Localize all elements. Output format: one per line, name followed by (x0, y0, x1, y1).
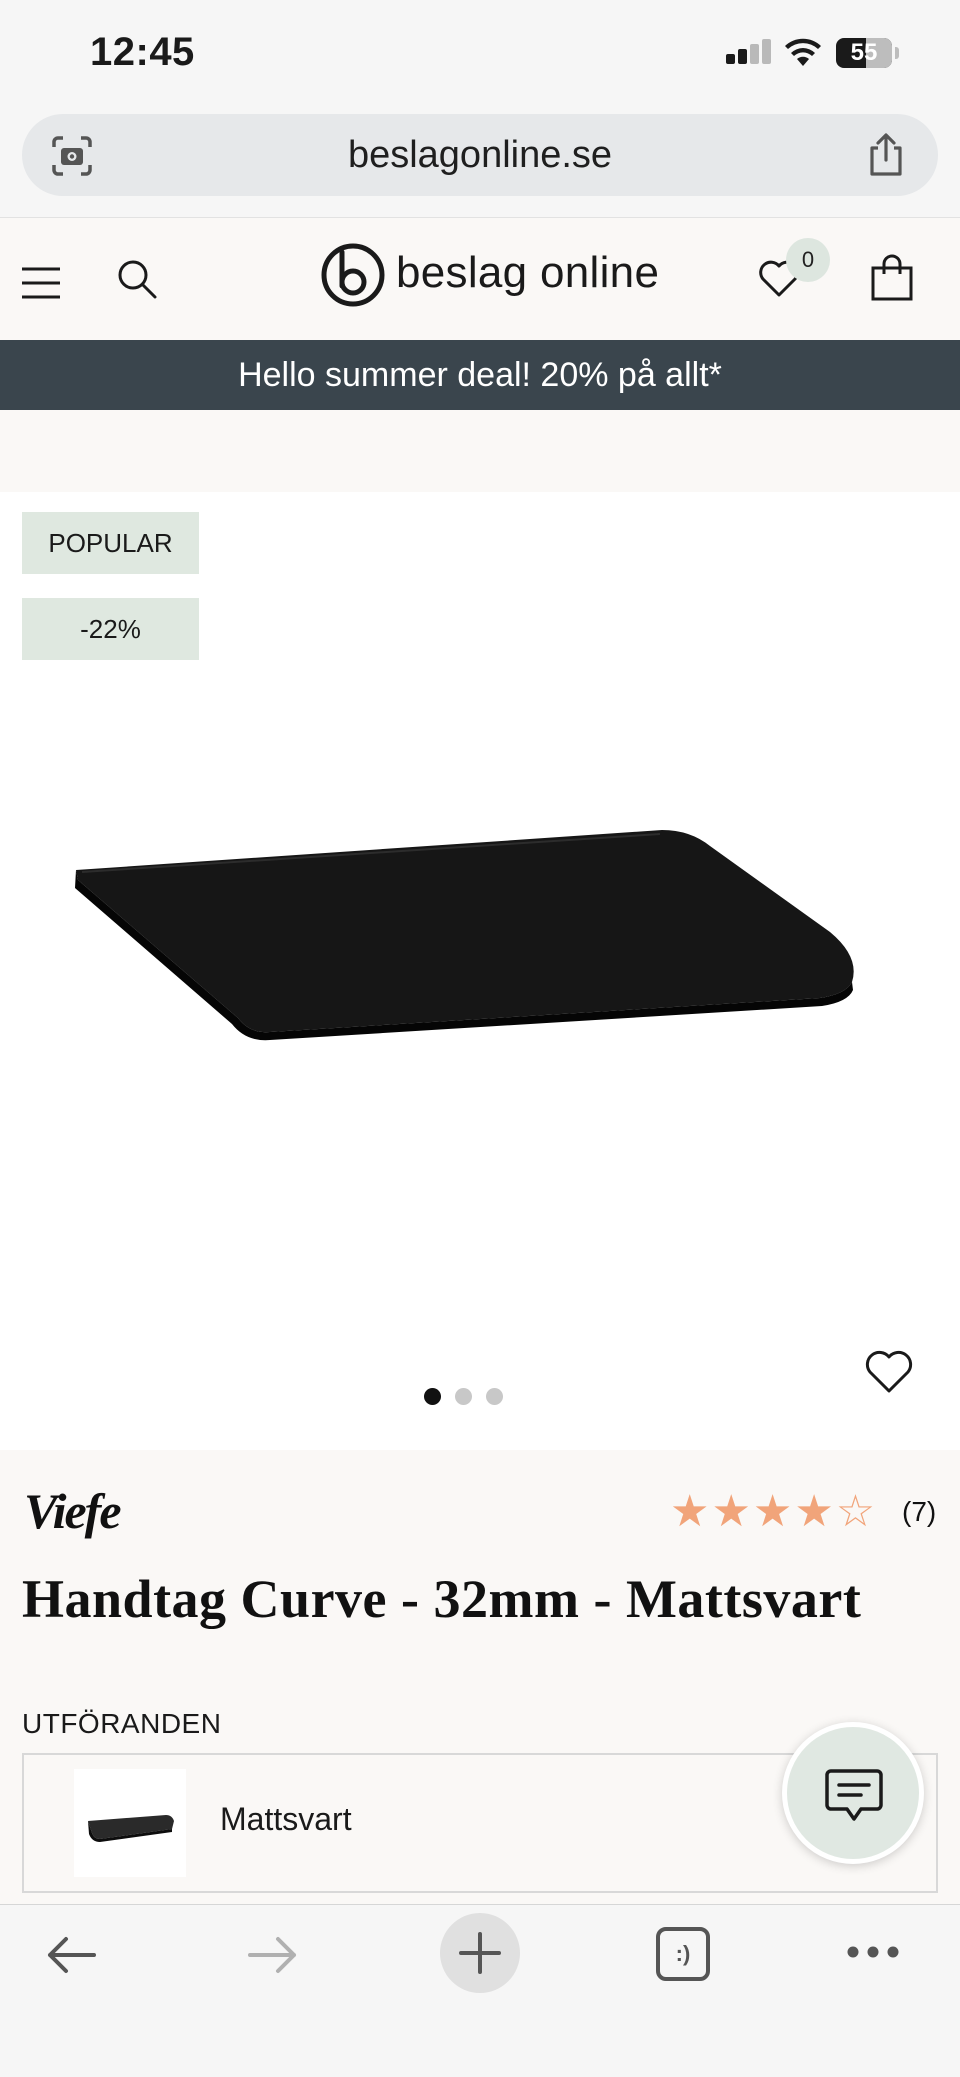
plus-icon (459, 1932, 501, 1974)
status-bar: 12:45 55 (0, 0, 960, 110)
carousel-dot[interactable] (424, 1388, 441, 1405)
menu-icon[interactable] (20, 266, 62, 300)
status-time: 12:45 (90, 30, 195, 74)
popular-badge: POPULAR (22, 512, 199, 574)
product-title: Handtag Curve - 32mm - Mattsvart (22, 1569, 862, 1629)
discount-badge: -22% (22, 598, 199, 660)
favorite-heart-icon[interactable] (864, 1348, 914, 1394)
address-bar[interactable]: beslagonline.se (22, 114, 938, 196)
variant-thumbnail (74, 1769, 186, 1877)
battery-icon: 55 (836, 38, 899, 68)
logo-text: beslag online (396, 248, 660, 297)
tabs-icon[interactable]: :) (656, 1927, 710, 1981)
cellular-signal-icon (726, 39, 771, 64)
shopping-bag-icon[interactable] (870, 254, 914, 302)
browser-toolbar: :) (0, 1904, 960, 2077)
wishlist-count-badge: 0 (786, 238, 830, 282)
chat-icon (825, 1769, 883, 1821)
review-count[interactable]: (7) (902, 1496, 936, 1528)
share-icon[interactable] (864, 132, 908, 178)
browser-address-area: beslagonline.se (0, 110, 960, 218)
site-header: beslag online 0 (0, 218, 960, 340)
new-tab-button[interactable] (440, 1913, 520, 1993)
variant-name: Mattsvart (220, 1801, 352, 1837)
search-icon[interactable] (116, 258, 158, 300)
variants-label: UTFÖRANDEN (22, 1708, 222, 1739)
address-url[interactable]: beslagonline.se (22, 114, 938, 196)
product-gallery[interactable]: POPULAR -22% (0, 492, 960, 1450)
page: 12:45 55 beslagonline.se beslag online 0… (0, 0, 960, 2077)
chat-button[interactable] (782, 1722, 924, 1864)
product-image (75, 830, 854, 1041)
forward-arrow-icon[interactable] (246, 1935, 300, 1975)
rating-stars[interactable]: ★★★★☆ (670, 1486, 877, 1537)
carousel-dot[interactable] (486, 1388, 503, 1405)
carousel-dot[interactable] (455, 1388, 472, 1405)
carousel-dots[interactable] (424, 1388, 504, 1405)
wifi-icon (785, 38, 821, 66)
more-icon[interactable] (846, 1945, 900, 1959)
promo-banner[interactable]: Hello summer deal! 20% på allt* (0, 340, 960, 410)
battery-level: 55 (850, 39, 878, 66)
back-arrow-icon[interactable] (44, 1935, 98, 1975)
brand-logo[interactable]: Viefe (24, 1482, 122, 1540)
logo-mark-icon (321, 243, 385, 307)
